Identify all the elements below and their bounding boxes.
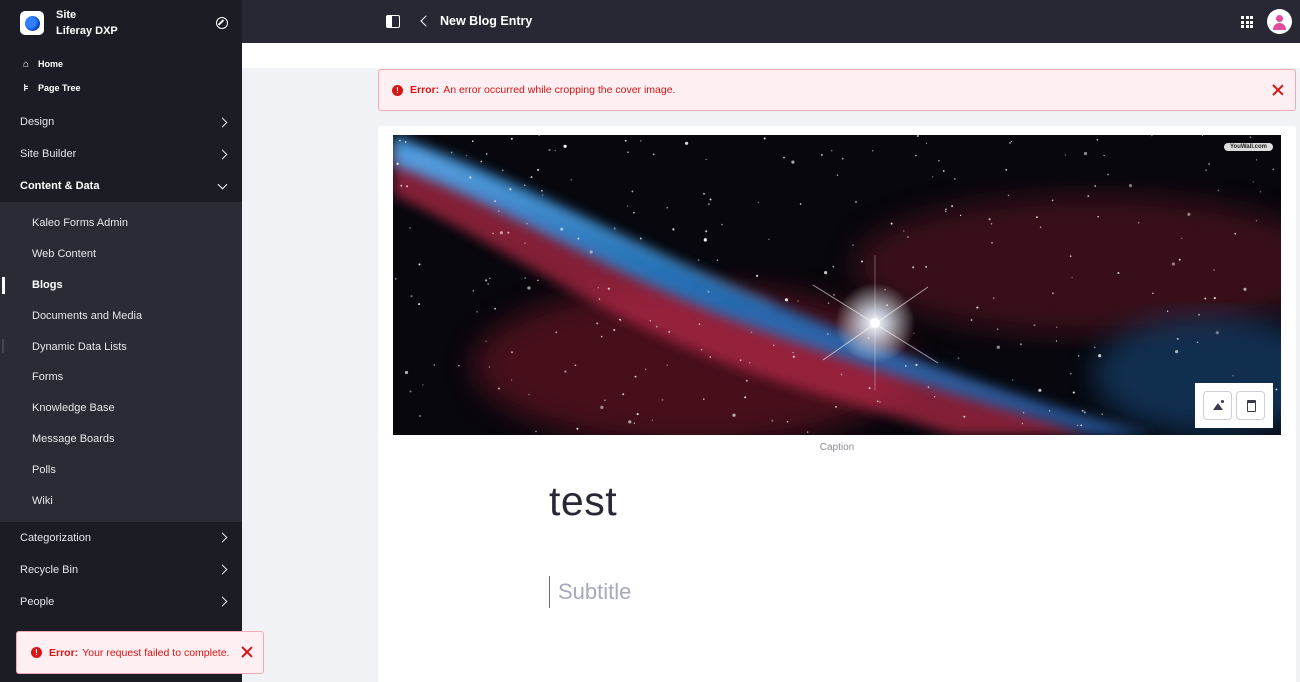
page-tree-icon: ⊧: [23, 82, 29, 94]
site-header[interactable]: Site Liferay DXP: [0, 0, 242, 46]
request-error-toast: ! Error: Your request failed to complete…: [16, 631, 264, 674]
site-logo: [20, 11, 44, 35]
top-links: ⌂ Home ⊧ Page Tree: [0, 46, 242, 106]
site-names: Site Liferay DXP: [56, 7, 216, 39]
section-recycle-bin-label: Recycle Bin: [20, 563, 79, 576]
site-label: Site: [56, 9, 77, 21]
section-people[interactable]: People: [0, 586, 242, 618]
section-site-builder-label: Site Builder: [20, 148, 77, 160]
menu-item-wiki[interactable]: Wiki: [0, 485, 242, 516]
image-icon: [1212, 400, 1224, 412]
error-message: Your request failed to complete.: [82, 646, 230, 659]
error-label: Error:: [49, 646, 79, 659]
back-chevron-icon[interactable]: [420, 15, 432, 27]
menu-item-dynamic-data-lists[interactable]: Dynamic Data Lists: [0, 331, 242, 362]
home-label: Home: [38, 59, 64, 69]
section-recycle-bin[interactable]: Recycle Bin: [0, 554, 242, 586]
page-tree-label: Page Tree: [38, 83, 81, 93]
home-link[interactable]: ⌂ Home: [20, 52, 242, 76]
section-site-builder[interactable]: Site Builder: [0, 138, 242, 170]
product-menu: Site Liferay DXP ⌂ Home ⊧ Page Tree Desi…: [0, 0, 242, 682]
section-categorization[interactable]: Categorization: [0, 522, 242, 554]
site-name: Liferay DXP: [56, 25, 118, 37]
user-avatar[interactable]: [1267, 9, 1292, 34]
error-label: Error:: [410, 84, 440, 96]
control-menu: New Blog Entry: [242, 0, 1300, 43]
menu-item-blogs[interactable]: Blogs: [0, 270, 242, 301]
compass-icon[interactable]: [216, 17, 228, 29]
section-people-label: People: [20, 595, 55, 608]
title-field[interactable]: test: [549, 478, 617, 525]
content-data-panel: Kaleo Forms Admin Web Content Blogs Docu…: [0, 202, 242, 522]
menu-item-message-boards[interactable]: Message Boards: [0, 424, 242, 455]
menu-item-knowledge-base[interactable]: Knowledge Base: [0, 393, 242, 424]
page-title: New Blog Entry: [440, 14, 533, 28]
chevron-right-icon: [217, 565, 228, 575]
chevron-right-icon: [217, 149, 228, 159]
section-content-data-label: Content & Data: [20, 180, 100, 192]
page-tree-link[interactable]: ⊧ Page Tree: [20, 76, 242, 100]
nebula-image: [393, 135, 1281, 435]
chevron-right-icon: [217, 533, 228, 543]
chevron-right-icon: [217, 117, 228, 127]
exclamation-circle-icon: !: [31, 647, 42, 658]
close-icon[interactable]: [241, 646, 253, 658]
section-design[interactable]: Design: [0, 106, 242, 138]
sidebar-toggle-icon[interactable]: [386, 15, 400, 28]
section-design-label: Design: [20, 116, 55, 128]
blog-entry-editor: YouWall.com Caption test Subtitle: [378, 126, 1296, 682]
error-message: An error occurred while cropping the cov…: [443, 84, 676, 96]
menu-item-kaleo-forms-admin[interactable]: Kaleo Forms Admin: [0, 208, 242, 239]
chevron-right-icon: [217, 597, 228, 607]
home-icon: ⌂: [22, 58, 30, 70]
close-icon[interactable]: [1272, 84, 1284, 96]
toolbar-strip: [242, 43, 1300, 68]
exclamation-circle-icon: !: [392, 84, 403, 96]
menu-item-polls[interactable]: Polls: [0, 454, 242, 485]
change-image-button[interactable]: [1203, 391, 1232, 420]
menu-item-documents-and-media[interactable]: Documents and Media: [0, 300, 242, 331]
caption-field[interactable]: Caption: [378, 442, 1296, 453]
cover-image-error-alert: ! Error: An error occurred while croppin…: [378, 69, 1296, 111]
trash-icon: [1247, 400, 1256, 412]
apps-grid-icon[interactable]: [1241, 16, 1253, 28]
delete-image-button[interactable]: [1236, 391, 1265, 420]
watermark: YouWall.com: [1223, 143, 1273, 151]
section-categorization-label: Categorization: [20, 531, 91, 544]
subtitle-placeholder: Subtitle: [558, 579, 632, 604]
cover-image: YouWall.com: [393, 135, 1281, 435]
menu-item-web-content[interactable]: Web Content: [0, 239, 242, 270]
cover-image-tools: [1195, 383, 1273, 428]
subtitle-field[interactable]: Subtitle: [549, 576, 631, 608]
menu-item-forms[interactable]: Forms: [0, 362, 242, 393]
chevron-down-icon: [217, 179, 228, 189]
section-content-data[interactable]: Content & Data: [0, 170, 242, 202]
